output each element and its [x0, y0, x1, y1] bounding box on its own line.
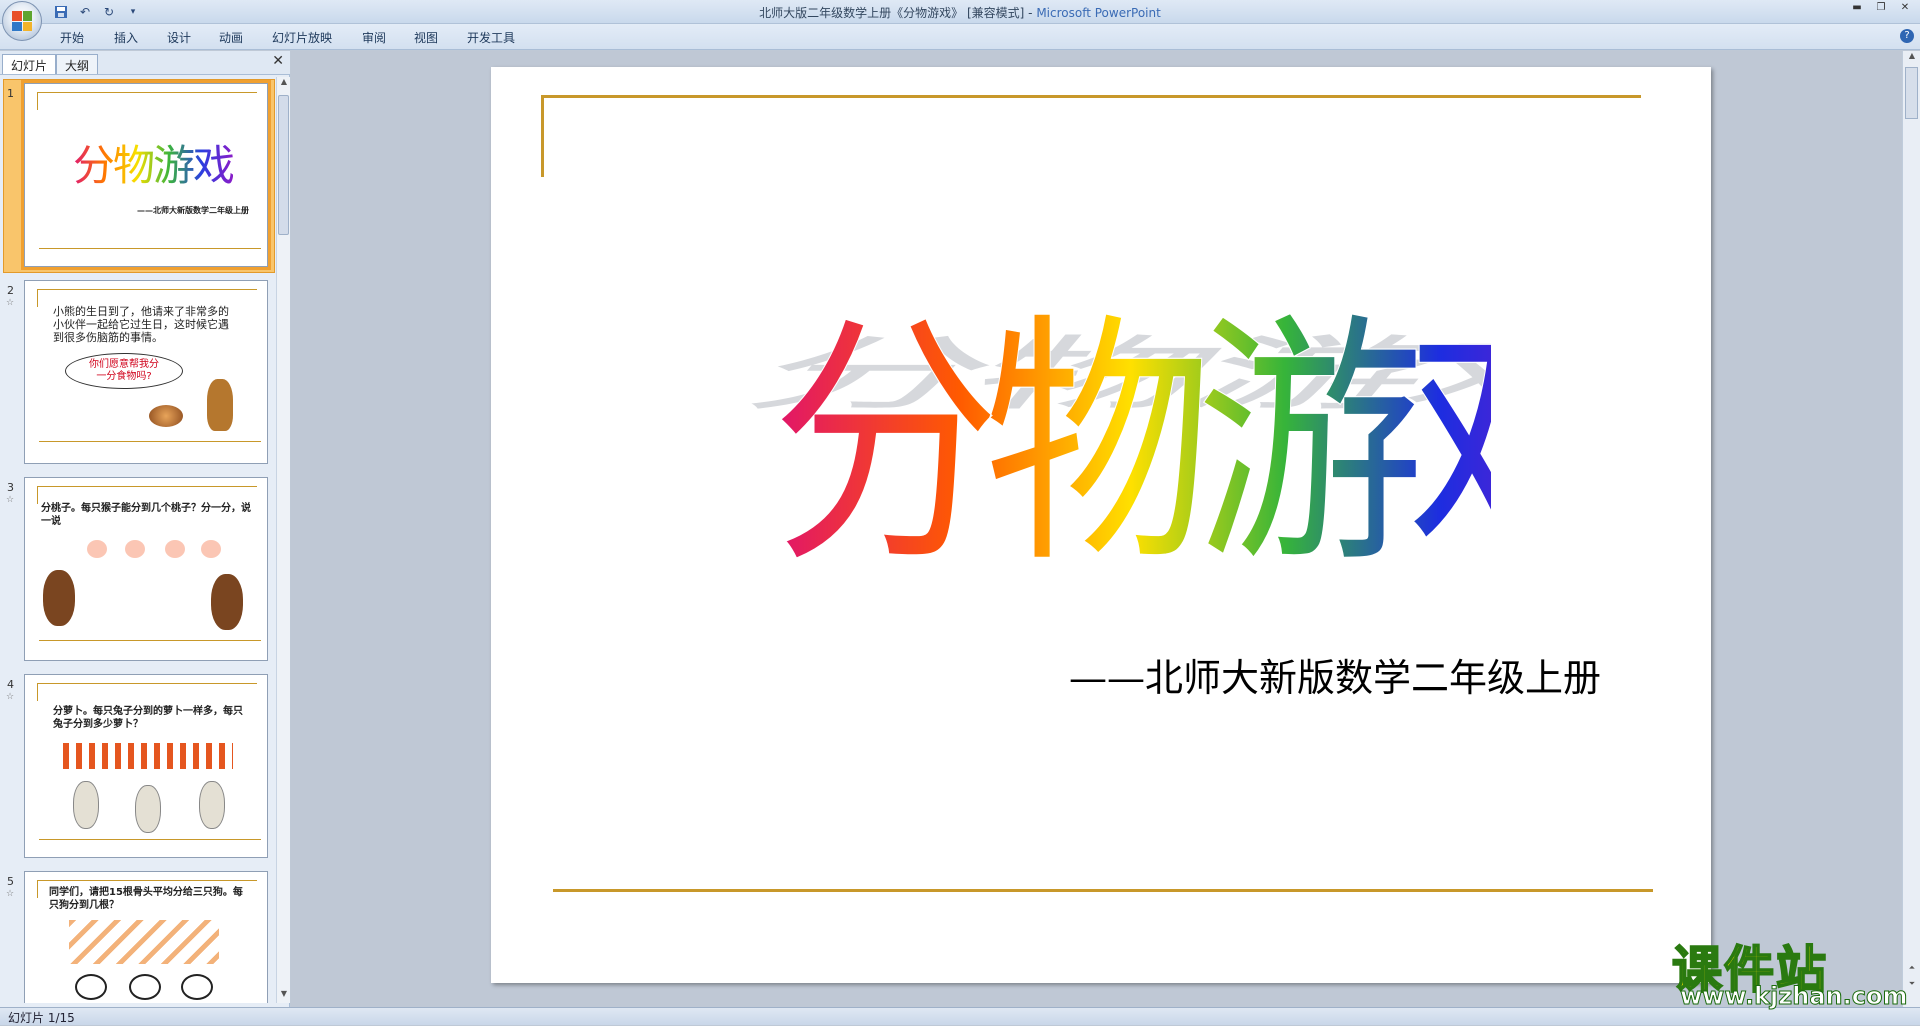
slide-number: 4 — [7, 678, 14, 691]
bones-group — [69, 920, 219, 964]
decor-line — [37, 683, 257, 684]
thumb-subtitle: ——北师大新版数学二年级上册 — [137, 206, 249, 215]
slide-thumbnails: 1 分物游戏 ——北师大新版数学二年级上册 2 ☆ 小熊的生日到了，他请来了非常… — [0, 77, 276, 1003]
restore-icon[interactable]: ❐ — [1870, 2, 1892, 16]
decor-line-left — [541, 95, 544, 177]
slide-workspace: 分物游戏 分物游戏 ——北师大新版数学二年级上册 — [291, 51, 1910, 1007]
peach-icon — [201, 540, 221, 558]
panel-tabs: 幻灯片 大纲 ✕ — [0, 51, 290, 75]
speech-bubble: 你们愿意帮我分一分食物吗? — [65, 353, 183, 389]
dog-icon — [181, 974, 213, 1000]
animation-star-icon: ☆ — [6, 298, 15, 308]
slide-number: 1 — [7, 87, 14, 100]
watermark-url: www.kjzhan.com — [1679, 982, 1908, 1011]
thumb-text: 分萝卜。每只兔子分到的萝卜一样多，每只兔子分到多少萝卜？ — [53, 706, 243, 730]
dog-icon — [75, 974, 107, 1000]
peach-icon — [165, 540, 185, 558]
tab-design[interactable]: 设计 — [167, 29, 191, 46]
status-bar: 幻灯片 1/15 — [0, 1007, 1920, 1025]
decor-line — [39, 640, 261, 641]
watermark-logo: 课件站 www.kjzhan.com — [1671, 930, 1908, 1011]
thumb-text: 分桃子。每只猴子能分到几个桃子？分一分，说一说 — [41, 503, 251, 527]
tab-review[interactable]: 审阅 — [362, 29, 386, 46]
rabbit-icon — [135, 785, 161, 833]
slide-count: 幻灯片 1/15 — [8, 1011, 75, 1025]
dog-icon — [129, 974, 161, 1000]
tab-outline[interactable]: 大纲 — [56, 54, 99, 74]
help-icon[interactable]: ? — [1900, 29, 1914, 43]
slide-subtitle[interactable]: ——北师大新版数学二年级上册 — [1069, 647, 1601, 702]
animation-star-icon: ☆ — [6, 692, 15, 702]
slide-thumbnail-2[interactable]: 小熊的生日到了，他请来了非常多的小伙伴一起给它过生日，这时候它遇到很多伤脑筋的事… — [24, 280, 268, 464]
decor-line — [37, 486, 38, 504]
scroll-up-icon[interactable]: ▲ — [277, 77, 291, 91]
decor-line — [37, 289, 38, 307]
slide-number: 3 — [7, 481, 14, 494]
decor-line — [39, 441, 261, 442]
decor-line — [37, 880, 38, 898]
thumb-text: 小熊的生日到了，他请来了非常多的小伙伴一起给它过生日，这时候它遇到很多伤脑筋的事… — [53, 305, 229, 344]
slide-thumbnail-5[interactable]: 同学们，请把15根骨头平均分给三只狗。每只狗分到几根？ — [24, 871, 268, 1003]
scroll-up-icon[interactable]: ▲ — [1905, 51, 1919, 65]
animation-star-icon: ☆ — [6, 889, 15, 899]
decor-line — [37, 880, 257, 881]
slide-number: 5 — [7, 875, 14, 888]
tab-slides[interactable]: 幻灯片 — [2, 54, 57, 74]
peach-icon — [125, 540, 145, 558]
decor-line — [37, 486, 257, 487]
decor-line — [37, 683, 38, 701]
bubble-text: 你们愿意帮我分一分食物吗? — [89, 359, 159, 382]
slides-panel: 幻灯片 大纲 ✕ 1 分物游戏 ——北师大新版数学二年级上册 2 ☆ 小熊的生日… — [0, 51, 290, 1007]
rabbit-icon — [73, 781, 99, 829]
office-logo-icon — [12, 11, 32, 31]
food-bowl-icon — [149, 405, 183, 427]
app-name: Microsoft PowerPoint — [1036, 6, 1161, 20]
decor-line — [37, 289, 257, 290]
rabbit-icon — [199, 781, 225, 829]
tab-developer[interactable]: 开发工具 — [467, 29, 515, 46]
slide-title: 分物游戏 — [771, 292, 1491, 599]
panel-scrollbar[interactable]: ▲ ▼ — [276, 77, 290, 1003]
decor-line-top — [541, 95, 1641, 98]
slide-title-wordart[interactable]: 分物游戏 分物游戏 — [591, 267, 1491, 687]
workspace-scrollbar[interactable]: ▲ ⏶ ⏷ — [1902, 51, 1920, 1007]
decor-line-bottom — [553, 889, 1653, 892]
close-panel-icon[interactable]: ✕ — [272, 53, 284, 69]
tab-insert[interactable]: 插入 — [114, 29, 138, 46]
window-title: 北师大版二年级数学上册《分物游戏》 [兼容模式] - Microsoft Pow… — [0, 4, 1920, 21]
document-title: 北师大版二年级数学上册《分物游戏》 [兼容模式] - — [759, 6, 1037, 20]
office-button[interactable] — [2, 1, 42, 41]
carrots-row — [63, 743, 233, 769]
tab-slideshow[interactable]: 幻灯片放映 — [272, 29, 332, 46]
peach-icon — [87, 540, 107, 558]
tab-home[interactable]: 开始 — [60, 29, 84, 46]
animation-star-icon: ☆ — [6, 495, 15, 505]
thumb-title: 分物游戏 — [73, 132, 235, 193]
window-controls: ▬ ❐ ✕ — [1846, 2, 1916, 16]
scrollbar-thumb[interactable] — [1905, 67, 1918, 119]
scroll-down-icon[interactable]: ▼ — [277, 989, 291, 1003]
minimize-icon[interactable]: ▬ — [1846, 2, 1868, 16]
decor-line — [39, 839, 261, 840]
slide-number: 2 — [7, 284, 14, 297]
scrollbar-thumb[interactable] — [278, 95, 289, 235]
slide-thumbnail-3[interactable]: 分桃子。每只猴子能分到几个桃子？分一分，说一说 — [24, 477, 268, 661]
decor-line — [39, 248, 261, 249]
decor-line — [37, 92, 257, 93]
slide-canvas[interactable]: 分物游戏 分物游戏 ——北师大新版数学二年级上册 — [491, 67, 1711, 983]
slide-thumbnail-4[interactable]: 分萝卜。每只兔子分到的萝卜一样多，每只兔子分到多少萝卜？ — [24, 674, 268, 858]
monkey-icon — [211, 574, 243, 630]
title-bar: ↶ ↻ ▾ 北师大版二年级数学上册《分物游戏》 [兼容模式] - Microso… — [0, 0, 1920, 24]
prev-slide-icon[interactable]: ⏶ — [1905, 963, 1919, 977]
bear-icon — [207, 379, 233, 431]
tab-view[interactable]: 视图 — [414, 29, 438, 46]
monkey-icon — [43, 570, 75, 626]
decor-line — [37, 92, 38, 110]
slide-thumbnail-1[interactable]: 分物游戏 ——北师大新版数学二年级上册 — [21, 80, 271, 270]
thumb-text: 同学们，请把15根骨头平均分给三只狗。每只狗分到几根？ — [49, 887, 243, 911]
close-icon[interactable]: ✕ — [1894, 2, 1916, 16]
ribbon-tabs: 开始 插入 设计 动画 幻灯片放映 审阅 视图 开发工具 ? — [0, 24, 1920, 50]
tab-animation[interactable]: 动画 — [219, 29, 243, 46]
